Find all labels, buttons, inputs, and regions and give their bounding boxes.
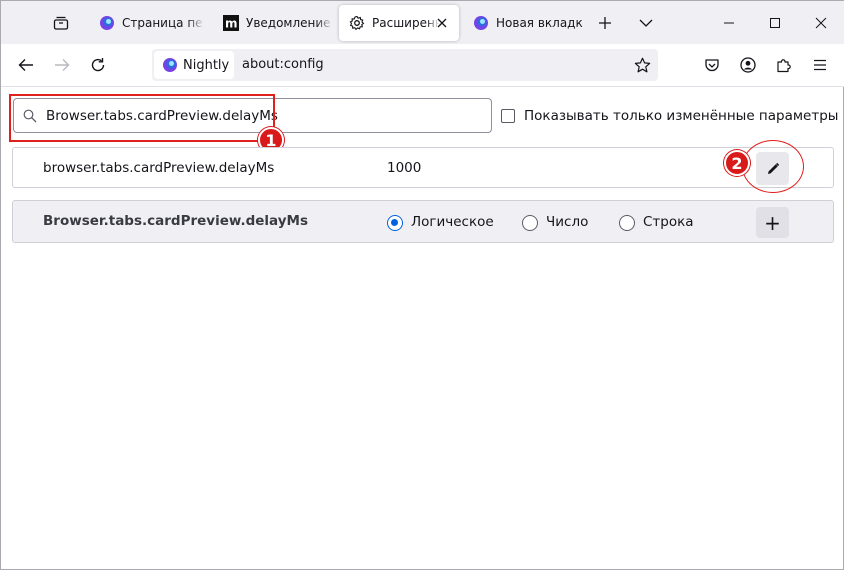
url-text[interactable]: about:config bbox=[242, 57, 324, 72]
radio-boolean[interactable] bbox=[387, 215, 403, 231]
pref-name: browser.tabs.cardPreview.delayMs bbox=[43, 160, 275, 176]
tab-3-active[interactable]: Расширенн bbox=[339, 5, 459, 41]
maximize-icon[interactable] bbox=[752, 1, 798, 44]
nightly-icon bbox=[473, 15, 489, 31]
show-modified-checkbox[interactable] bbox=[501, 109, 515, 123]
url-bar[interactable]: Nightly about:config bbox=[152, 49, 658, 81]
radio-boolean-label[interactable]: Логическое bbox=[411, 214, 494, 230]
pref-value[interactable]: 1000 bbox=[387, 160, 421, 176]
radio-string-label[interactable]: Строка bbox=[643, 214, 694, 230]
extensions-icon[interactable] bbox=[769, 50, 799, 80]
show-modified-label[interactable]: Показывать только изменённые параметры bbox=[524, 108, 838, 124]
nightly-icon bbox=[163, 58, 177, 72]
tab-2[interactable]: m Уведомление о bbox=[213, 5, 333, 41]
radio-number[interactable] bbox=[522, 215, 538, 231]
radio-number-label[interactable]: Число bbox=[546, 214, 588, 230]
tab-title: Расширенн bbox=[372, 16, 440, 30]
hamburger-menu-icon[interactable] bbox=[805, 50, 835, 80]
tab-title: Уведомление о bbox=[246, 16, 333, 30]
tab-1[interactable]: Страница перв bbox=[89, 5, 204, 41]
forward-arrow-icon[interactable] bbox=[47, 50, 77, 80]
bookmark-star-icon[interactable] bbox=[632, 55, 652, 75]
pref-row: browser.tabs.cardPreview.delayMs 1000 bbox=[12, 147, 834, 188]
navigation-toolbar: Nightly about:config bbox=[1, 44, 844, 87]
list-tabs-chevron-down-icon[interactable] bbox=[634, 12, 658, 34]
minimize-icon[interactable] bbox=[706, 1, 752, 44]
close-window-icon[interactable] bbox=[798, 1, 844, 44]
annotation-highlight-box bbox=[9, 94, 275, 142]
annotation-badge-2: 2 bbox=[724, 150, 750, 176]
add-pref-button[interactable]: + bbox=[756, 207, 789, 238]
reload-icon[interactable] bbox=[83, 50, 113, 80]
tab-title: Новая вкладка bbox=[496, 16, 583, 30]
radio-string[interactable] bbox=[619, 215, 635, 231]
pocket-icon[interactable] bbox=[697, 50, 727, 80]
tab-manager-icon[interactable] bbox=[49, 12, 73, 34]
m-logo-icon: m bbox=[223, 15, 239, 31]
new-pref-row: Browser.tabs.cardPreview.delayMs Логичес… bbox=[12, 200, 834, 243]
new-tab-plus-icon[interactable] bbox=[593, 12, 617, 34]
svg-text:m: m bbox=[225, 17, 238, 31]
nightly-icon bbox=[99, 15, 115, 31]
close-tab-icon[interactable] bbox=[433, 14, 451, 32]
browser-window: Страница перв m Уведомление о Расширенн … bbox=[0, 0, 844, 570]
gear-icon bbox=[349, 15, 365, 31]
account-icon[interactable] bbox=[733, 50, 763, 80]
back-arrow-icon[interactable] bbox=[11, 50, 41, 80]
tab-4[interactable]: Новая вкладка bbox=[463, 5, 583, 41]
pencil-icon bbox=[767, 162, 779, 174]
identity-box[interactable]: Nightly bbox=[154, 51, 234, 79]
new-pref-name: Browser.tabs.cardPreview.delayMs bbox=[43, 213, 309, 229]
edit-pencil-button[interactable] bbox=[756, 152, 789, 185]
tab-title: Страница перв bbox=[122, 16, 204, 30]
identity-label: Nightly bbox=[183, 57, 230, 73]
tab-strip: Страница перв m Уведомление о Расширенн … bbox=[1, 1, 844, 44]
